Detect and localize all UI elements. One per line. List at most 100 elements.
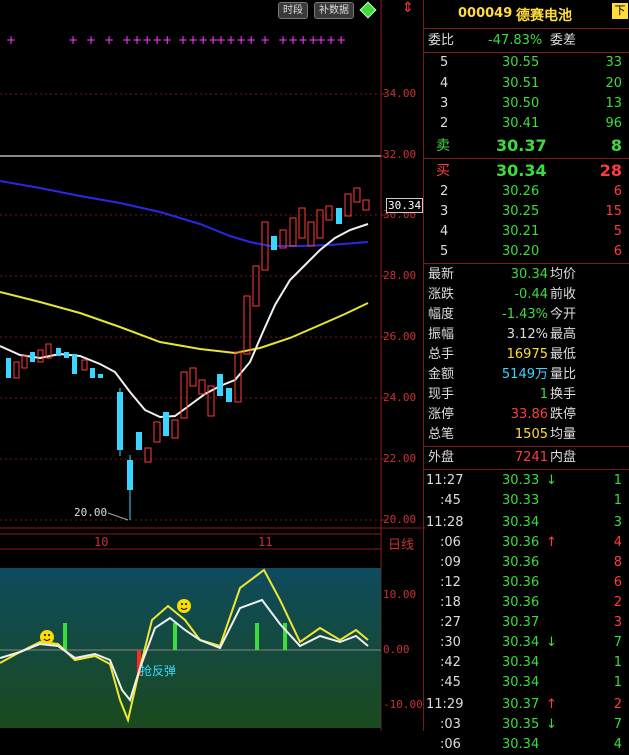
kline-chart-area[interactable]: + + + + +++++ ++++ ++++ + ++++ +++ 时段 补数… <box>0 0 425 731</box>
tick-time: :30 <box>440 635 461 650</box>
price-label: 24.00 <box>383 391 417 404</box>
bid-row-best[interactable]: 买 30.34 28 <box>424 160 629 182</box>
corner-badge[interactable]: 下 <box>612 3 628 19</box>
stat-row: 幅度 -1.43% 今开 <box>424 305 629 325</box>
stat-label: 最低 <box>550 347 577 362</box>
bid-level: 5 <box>440 244 449 259</box>
bid-level: 买 <box>436 163 450 179</box>
tick-row[interactable]: :09 30.36 8 <box>424 553 629 573</box>
ask-row[interactable]: 5 30.55 33 <box>424 53 629 73</box>
tick-row[interactable]: :06 30.34 4 <box>424 735 629 755</box>
tick-row[interactable]: :18 30.36 2 <box>424 593 629 613</box>
price-label: 32.00 <box>383 148 417 161</box>
bid-price: 30.20 <box>502 244 540 259</box>
tick-time: :06 <box>440 737 461 752</box>
tick-time: :06 <box>440 535 461 550</box>
stock-name: 德赛电池 <box>516 8 572 24</box>
tick-price: 30.37 <box>502 697 540 712</box>
ask-price: 30.51 <box>502 76 540 91</box>
ask-price: 30.55 <box>502 55 540 70</box>
arrow-up-down-icon[interactable]: ⇕ <box>402 0 414 16</box>
ask-row[interactable]: 3 30.50 13 <box>424 94 629 114</box>
indicator-label: -10.00 <box>383 698 423 711</box>
tick-row[interactable]: :30 30.34 ↓ 7 <box>424 633 629 653</box>
indicator-panel-bg <box>0 568 381 728</box>
stat-label: 最高 <box>550 327 577 342</box>
stat-row: 涨停 33.86 跌停 <box>424 405 629 425</box>
arrow-up-icon: ↑ <box>546 535 557 550</box>
tick-vol: 1 <box>613 473 622 488</box>
quote-panel: 000049 德赛电池 下 委比 -47.83% 委差 5 30.55 33 4… <box>423 0 629 752</box>
bid-row[interactable]: 2 30.26 6 <box>424 182 629 202</box>
fill-data-button[interactable]: 补数据 <box>314 2 354 19</box>
bid-row[interactable]: 3 30.25 15 <box>424 202 629 222</box>
tick-price: 30.33 <box>502 493 540 508</box>
svg-text:++++: ++++ <box>216 33 256 47</box>
tick-row[interactable]: :45 30.34 1 <box>424 673 629 693</box>
stat-row: 总手 16975 最低 <box>424 345 629 365</box>
chart-svg[interactable]: + + + + +++++ ++++ ++++ + ++++ +++ <box>0 0 425 731</box>
svg-text:+: + <box>68 33 78 47</box>
tick-row[interactable]: :42 30.34 1 <box>424 653 629 673</box>
stat-label: 金额 <box>428 367 455 382</box>
stat-label: 总笔 <box>428 427 455 442</box>
arrow-down-icon: ↓ <box>546 717 557 732</box>
low-price-mark: 20.00 <box>74 506 108 519</box>
tick-time: :03 <box>440 717 461 732</box>
stat-label: 涨跌 <box>428 287 455 302</box>
tick-vol: 4 <box>613 737 622 752</box>
tick-time: :42 <box>440 655 461 670</box>
tick-row[interactable]: :03 30.35 ↓ 7 <box>424 715 629 735</box>
tick-row[interactable]: 11:27 30.33 ↓ 1 <box>424 471 629 491</box>
ask-row-best[interactable]: 卖 30.37 8 <box>424 135 629 157</box>
bid-vol: 28 <box>599 161 622 180</box>
arrow-up-icon: ↑ <box>546 697 557 712</box>
period-button[interactable]: 时段 <box>278 2 308 19</box>
weibi-value: -47.83% <box>488 33 543 48</box>
tick-vol: 4 <box>613 535 622 550</box>
period-label[interactable]: 日线 <box>388 534 414 553</box>
ask-level: 3 <box>440 96 449 111</box>
tick-vol: 3 <box>613 515 622 530</box>
ask-price: 30.41 <box>502 116 540 131</box>
bid-row[interactable]: 5 30.20 6 <box>424 242 629 262</box>
tick-row[interactable]: :45 30.33 1 <box>424 491 629 511</box>
tick-row[interactable]: :27 30.37 3 <box>424 613 629 633</box>
bid-vol: 15 <box>605 204 622 219</box>
tick-vol: 7 <box>613 635 622 650</box>
bid-row[interactable]: 4 30.21 5 <box>424 222 629 242</box>
candlesticks <box>6 187 370 520</box>
tick-vol: 2 <box>613 595 622 610</box>
current-price-tag: 30.34 <box>386 198 424 213</box>
stat-value: 1505 <box>514 427 548 442</box>
tick-row[interactable]: 11:28 30.34 3 <box>424 513 629 533</box>
stat-label: 量比 <box>550 367 577 382</box>
ask-row[interactable]: 2 30.41 96 <box>424 114 629 134</box>
ask-level: 4 <box>440 76 449 91</box>
stat-label: 涨停 <box>428 407 455 422</box>
tick-row[interactable]: :06 30.36 ↑ 4 <box>424 533 629 553</box>
tick-vol: 1 <box>613 675 622 690</box>
tick-price: 30.34 <box>502 635 540 650</box>
arrow-down-icon: ↓ <box>546 635 557 650</box>
svg-text:+++++: +++++ <box>122 33 172 47</box>
stat-value: 3.12% <box>506 327 548 342</box>
bid-price: 30.26 <box>502 184 540 199</box>
stat-label: 跌停 <box>550 407 577 422</box>
tick-price: 30.36 <box>502 575 540 590</box>
bid-price: 30.21 <box>502 224 540 239</box>
tick-time: :27 <box>440 615 461 630</box>
bid-level: 2 <box>440 184 449 199</box>
svg-text:+: + <box>6 33 16 47</box>
ask-row[interactable]: 4 30.51 20 <box>424 74 629 94</box>
indicator-label: 0.00 <box>383 643 410 656</box>
stat-value: 5149万 <box>501 367 548 382</box>
stat-row: 金额 5149万 量比 <box>424 365 629 385</box>
tick-row[interactable]: 11:29 30.37 ↑ 2 <box>424 695 629 715</box>
stat-row: 振幅 3.12% 最高 <box>424 325 629 345</box>
tick-price: 30.34 <box>502 515 540 530</box>
bid-vol: 6 <box>613 184 622 199</box>
tick-vol: 1 <box>613 493 622 508</box>
ask-vol: 8 <box>610 136 622 155</box>
tick-row[interactable]: :12 30.36 6 <box>424 573 629 593</box>
